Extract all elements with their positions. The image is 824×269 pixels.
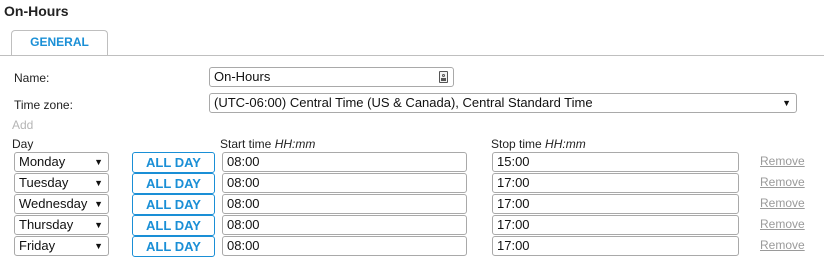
tab-divider <box>0 55 824 56</box>
day-value: Wednesday <box>19 196 88 211</box>
start-time-input[interactable]: 08:00 <box>222 194 467 214</box>
day-select[interactable]: Monday ▼ <box>14 152 109 172</box>
remove-link[interactable]: Remove <box>760 175 805 189</box>
chevron-down-icon: ▼ <box>94 241 103 251</box>
day-select[interactable]: Friday ▼ <box>14 236 109 256</box>
start-time-input[interactable]: 08:00 <box>222 173 467 193</box>
start-time-input[interactable]: 08:00 <box>222 236 467 256</box>
day-value: Monday <box>19 154 66 169</box>
add-link[interactable]: Add <box>12 118 33 132</box>
timezone-label: Time zone: <box>14 98 73 112</box>
start-time-column-header: Start time HH:mm <box>220 137 315 151</box>
all-day-button[interactable]: ALL DAY <box>132 173 215 194</box>
stop-time-input[interactable]: 17:00 <box>492 236 739 256</box>
day-select[interactable]: Thursday ▼ <box>14 215 109 235</box>
chevron-down-icon: ▼ <box>782 98 791 108</box>
chevron-down-icon: ▼ <box>94 157 103 167</box>
remove-link[interactable]: Remove <box>760 217 805 231</box>
name-value: On-Hours <box>214 69 271 84</box>
stop-time-input[interactable]: 15:00 <box>492 152 739 172</box>
all-day-button[interactable]: ALL DAY <box>132 236 215 257</box>
stop-time-input[interactable]: 17:00 <box>492 215 739 235</box>
page-title: On-Hours <box>4 3 69 19</box>
day-value: Tuesday <box>19 175 69 190</box>
day-column-header: Day <box>12 137 34 151</box>
stop-time-column-header: Stop time HH:mm <box>491 137 586 151</box>
day-value: Thursday <box>19 217 74 232</box>
all-day-button[interactable]: ALL DAY <box>132 215 215 236</box>
start-time-input[interactable]: 08:00 <box>222 215 467 235</box>
start-time-header-text: Start time <box>220 137 275 151</box>
stop-time-format: HH:mm <box>545 137 586 151</box>
all-day-button[interactable]: ALL DAY <box>132 194 215 215</box>
timezone-value: (UTC-06:00) Central Time (US & Canada), … <box>214 95 593 110</box>
timezone-select[interactable]: (UTC-06:00) Central Time (US & Canada), … <box>209 93 797 113</box>
start-time-format: HH:mm <box>274 137 316 151</box>
name-label: Name: <box>14 71 50 85</box>
start-time-input[interactable]: 08:00 <box>222 152 467 172</box>
remove-link[interactable]: Remove <box>760 196 805 210</box>
chevron-down-icon: ▼ <box>94 220 103 230</box>
stop-time-input[interactable]: 17:00 <box>492 194 739 214</box>
tab-general[interactable]: GENERAL <box>11 30 108 55</box>
chevron-down-icon: ▼ <box>94 178 103 188</box>
remove-link[interactable]: Remove <box>760 154 805 168</box>
day-select[interactable]: Wednesday ▼ <box>14 194 109 214</box>
chevron-down-icon: ▼ <box>94 199 103 209</box>
stop-time-input[interactable]: 17:00 <box>492 173 739 193</box>
contact-card-icon[interactable] <box>439 71 448 83</box>
day-select[interactable]: Tuesday ▼ <box>14 173 109 193</box>
name-field[interactable]: On-Hours <box>209 67 454 87</box>
day-value: Friday <box>19 238 56 253</box>
remove-link[interactable]: Remove <box>760 238 805 252</box>
stop-time-header-text: Stop time <box>491 137 546 151</box>
all-day-button[interactable]: ALL DAY <box>132 152 215 173</box>
